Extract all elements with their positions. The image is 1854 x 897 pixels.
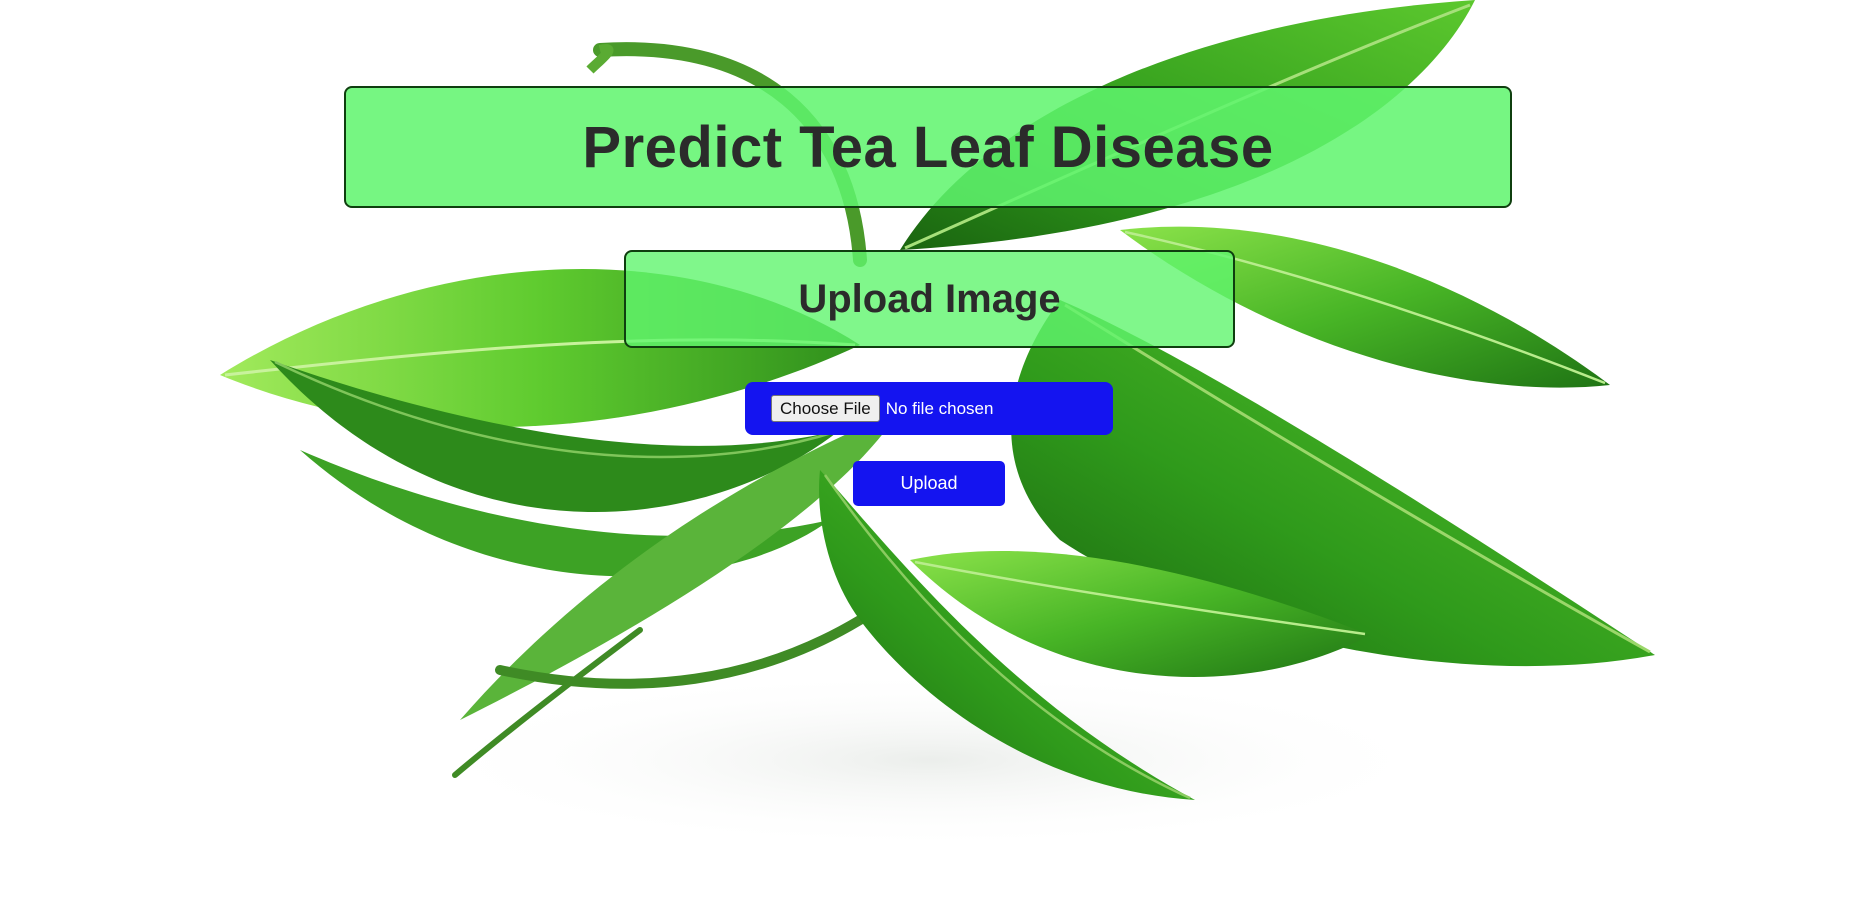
page-title: Predict Tea Leaf Disease (582, 114, 1274, 180)
title-banner: Predict Tea Leaf Disease (344, 86, 1512, 208)
upload-heading: Upload Image (798, 276, 1061, 321)
page: Predict Tea Leaf Disease Upload Image Ch… (0, 0, 1854, 897)
file-input[interactable]: Choose File No file chosen (745, 382, 1113, 435)
choose-file-button[interactable]: Choose File (771, 395, 880, 422)
upload-button[interactable]: Upload (853, 461, 1005, 506)
file-status-text: No file chosen (885, 398, 994, 418)
upload-heading-panel: Upload Image (624, 250, 1235, 348)
